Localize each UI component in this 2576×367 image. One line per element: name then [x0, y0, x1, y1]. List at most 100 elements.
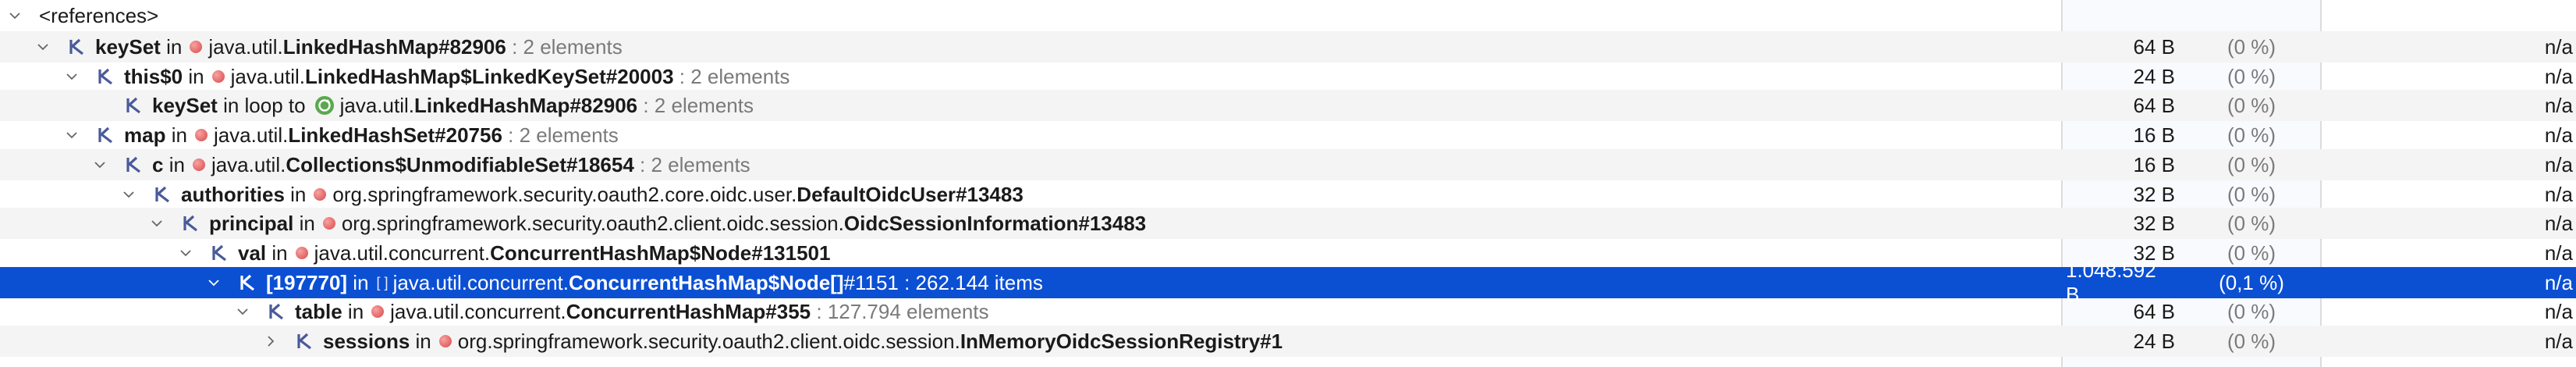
size-percent: (0 %) [2227, 211, 2276, 235]
class-package: org.springframework.security.oauth2.clie… [341, 211, 844, 235]
tree-row[interactable]: [197770] in [ ] java.util.concurrent. Concu… [0, 258, 2576, 306]
tree-row[interactable]: principal in org.springframework.security… [0, 208, 2576, 239]
class-name: Collections$UnmodifiableSet#18654 [286, 152, 634, 176]
retained-size: n/a [2544, 93, 2573, 117]
chevron-down-icon[interactable] [148, 208, 165, 239]
tree-row[interactable]: keySet in java.util. LinkedHashMap#82906 :… [0, 31, 2576, 62]
element-count: : 2 elements [673, 64, 790, 88]
class-package: java.util. [211, 152, 286, 176]
size-percent: (0 %) [2227, 329, 2276, 353]
field-name: this$0 [124, 64, 183, 88]
tree-row[interactable]: this$0 in java.util. LinkedHashMap$LinkedK… [0, 61, 2576, 92]
tree-row[interactable]: table in java.util.concurrent. ConcurrentH… [0, 296, 2576, 327]
reference-tree[interactable]: <references> keySet in java.util. LinkedHa… [0, 0, 2576, 367]
reference-icon [67, 37, 87, 57]
tree-root-row[interactable]: <references> [0, 0, 2576, 31]
in-label: in [266, 241, 288, 265]
chevron-down-icon[interactable] [120, 179, 137, 210]
chevron-down-icon[interactable] [63, 61, 80, 92]
element-count: : 2 elements [502, 123, 619, 147]
in-label: in [342, 299, 364, 323]
chevron-down-icon[interactable] [234, 296, 251, 327]
class-package: java.util. [230, 64, 306, 88]
in-label: in [293, 211, 315, 235]
field-name: [197770] [266, 270, 348, 294]
field-name: keySet [95, 34, 161, 59]
field-name: c [152, 152, 164, 176]
field-name: principal [209, 211, 294, 235]
chevron-down-icon[interactable] [6, 0, 23, 31]
class-name: ConcurrentHashMap$Node#131501 [490, 241, 831, 265]
element-count: : 127.794 elements [811, 299, 989, 323]
field-name: map [124, 123, 166, 147]
reference-icon [96, 66, 116, 87]
class-package: org.springframework.security.oauth2.clie… [457, 329, 960, 353]
chevron-right-icon[interactable] [262, 326, 279, 357]
size-percent: (0 %) [2227, 182, 2276, 206]
class-name: InMemoryOidcSessionRegistry#1 [960, 329, 1283, 353]
reference-icon [96, 125, 116, 145]
retained-size: n/a [2544, 64, 2573, 88]
array-icon: [ ] [376, 274, 389, 290]
class-package: java.util.concurrent. [392, 270, 569, 294]
chevron-down-icon[interactable] [91, 149, 108, 180]
in-label: in [163, 152, 185, 176]
field-name: sessions [323, 329, 410, 353]
object-dot-icon [190, 41, 203, 53]
size-percent: (0 %) [2227, 241, 2276, 265]
element-count: : 2 elements [506, 34, 623, 59]
reference-icon [210, 243, 230, 263]
class-name: LinkedHashMap$LinkedKeySet#20003 [305, 64, 674, 88]
shallow-size: 32 B [2133, 182, 2176, 206]
reference-icon [181, 213, 201, 233]
object-dot-icon [194, 129, 208, 141]
retained-size: n/a [2544, 211, 2573, 235]
shallow-size: 64 B [2133, 34, 2176, 59]
chevron-down-icon[interactable] [34, 31, 51, 62]
reference-icon [267, 301, 287, 322]
object-dot-icon [295, 247, 308, 259]
in-label: in [284, 182, 307, 206]
size-percent: (0 %) [2227, 34, 2276, 59]
retained-size: n/a [2544, 241, 2573, 265]
loop-icon [314, 94, 335, 116]
object-dot-icon [314, 188, 327, 201]
chevron-down-icon[interactable] [63, 119, 80, 151]
tree-row[interactable]: sessions in org.springframework.security.… [0, 326, 2576, 357]
element-count: : 2 elements [637, 93, 754, 117]
retained-size: n/a [2544, 182, 2573, 206]
tree-row[interactable]: map in java.util. LinkedHashSet#20756 : 2 … [0, 119, 2576, 151]
class-package: java.util. [208, 34, 283, 59]
shallow-size: 64 B [2133, 93, 2176, 117]
class-name: LinkedHashMap#82906 [282, 34, 506, 59]
tree-row[interactable]: keySet in loop to java.util. LinkedHashMap… [0, 90, 2576, 121]
root-label: <references> [39, 3, 159, 27]
class-name: ConcurrentHashMap$Node[] [569, 270, 844, 294]
class-package: java.util.concurrent. [390, 299, 566, 323]
chevron-placeholder [91, 90, 108, 121]
retained-size: n/a [2544, 299, 2573, 323]
class-name: ConcurrentHashMap#355 [566, 299, 811, 323]
size-percent: (0 %) [2227, 93, 2276, 117]
retained-size: n/a [2544, 123, 2573, 147]
in-label: in [347, 270, 369, 294]
chevron-down-icon[interactable] [177, 237, 194, 269]
class-name: DefaultOidcUser#13483 [797, 182, 1024, 206]
shallow-size: 1.048.592 B [2066, 258, 2156, 306]
tree-row[interactable]: authorities in org.springframework.securi… [0, 179, 2576, 210]
object-dot-icon [438, 335, 452, 347]
object-id: #1151 [843, 270, 899, 294]
reference-icon [295, 331, 315, 351]
tree-row[interactable]: val in java.util.concurrent. ConcurrentHas… [0, 237, 2576, 269]
size-percent: (0 %) [2227, 152, 2276, 176]
tree-row[interactable]: c in java.util. Collections$UnmodifiableSe… [0, 149, 2576, 180]
class-name: LinkedHashMap#82906 [413, 93, 638, 117]
object-dot-icon [211, 70, 225, 83]
chevron-down-icon[interactable] [205, 267, 222, 298]
retained-size: n/a [2544, 270, 2573, 294]
shallow-size: 64 B [2133, 299, 2176, 323]
class-package: java.util. [213, 123, 289, 147]
reference-icon [124, 155, 144, 175]
retained-size: n/a [2544, 152, 2573, 176]
shallow-size: 24 B [2133, 329, 2176, 353]
